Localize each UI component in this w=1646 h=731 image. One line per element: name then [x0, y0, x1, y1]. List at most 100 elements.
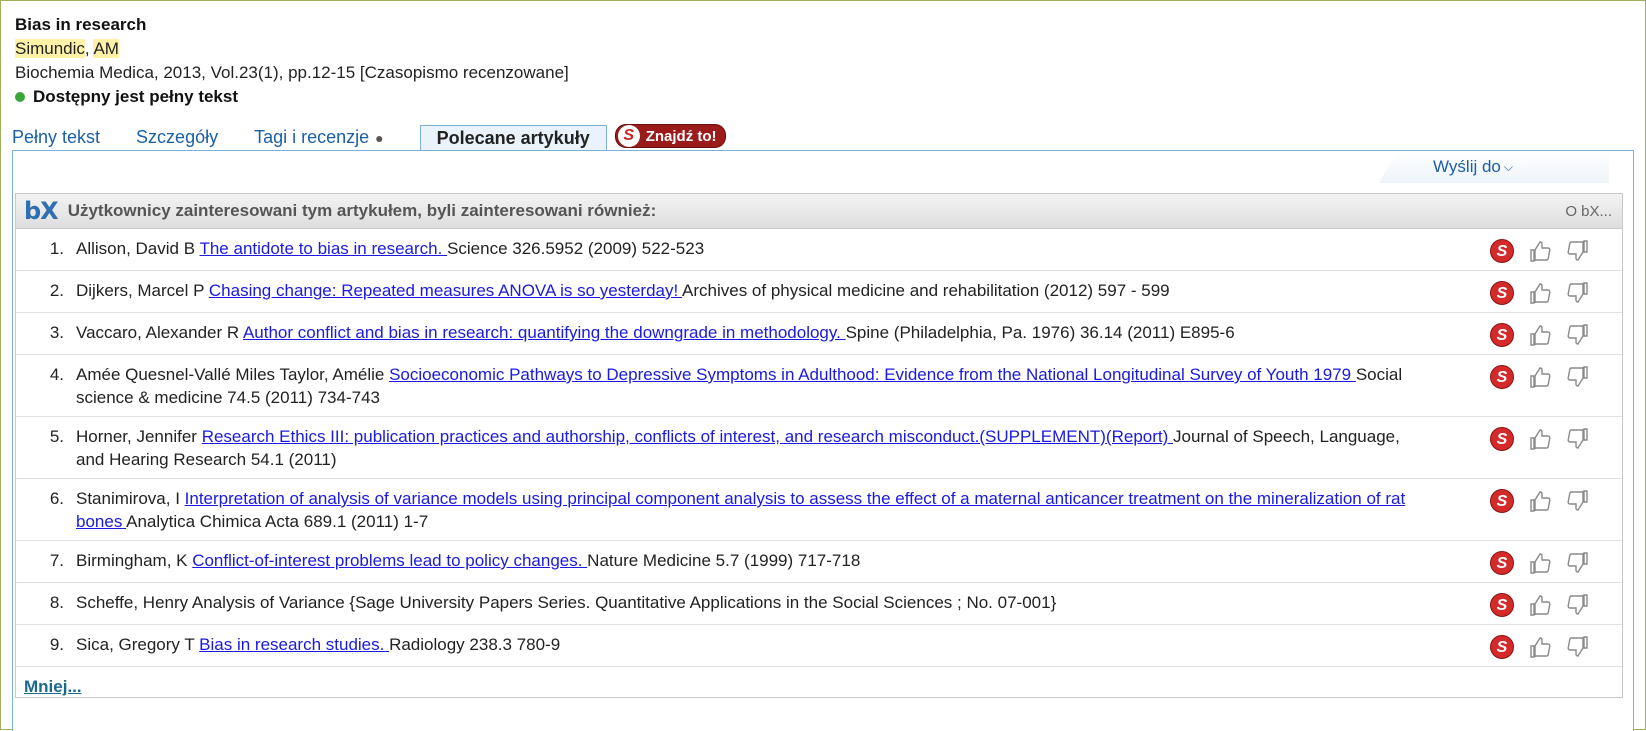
article-title-link[interactable]: Research Ethics III: publication practic…: [202, 427, 1173, 446]
thumbs-up-icon[interactable]: [1528, 323, 1552, 347]
article-list: 1. Allison, David B The antidote to bias …: [16, 229, 1622, 667]
article-citation: Scheffe, Henry Analysis of Variance {Sag…: [76, 591, 1406, 617]
bx-logo: bX: [24, 197, 59, 225]
bx-recommendations: bX Użytkownicy zainteresowani tym artyku…: [15, 193, 1623, 698]
tab-label: Pełny tekst: [12, 127, 101, 147]
article-title-link[interactable]: Author conflict and bias in research: qu…: [243, 323, 846, 342]
sfx-findit-icon[interactable]: S: [1490, 239, 1514, 263]
tab-bullet: ●: [375, 130, 384, 146]
findit-label: Znajdź to!: [645, 127, 717, 145]
article-number: 7.: [49, 551, 64, 570]
thumbs-up-icon[interactable]: [1528, 365, 1552, 389]
tab-tags-reviews[interactable]: Tagi i recenzje ●: [254, 127, 396, 150]
article-number: 2.: [49, 281, 64, 300]
thumbs-down-icon[interactable]: [1566, 281, 1590, 305]
article-author: Stanimirova, I: [76, 489, 185, 508]
record-title[interactable]: Bias in research: [15, 13, 569, 37]
author-initials[interactable]: AM: [93, 39, 119, 58]
thumbs-down-icon[interactable]: [1566, 489, 1590, 513]
article-row: 8. Scheffe, Henry Analysis of Variance {S…: [16, 583, 1622, 625]
thumbs-up-icon[interactable]: [1528, 635, 1552, 659]
article-citation: Sica, Gregory T Bias in research studies…: [76, 633, 1406, 659]
thumbs-down-icon[interactable]: [1566, 635, 1590, 659]
article-title-link[interactable]: Conflict-of-interest problems lead to po…: [192, 551, 587, 570]
record-tabs: Pełny tekst Szczegóły Tagi i recenzje ● P…: [12, 124, 726, 151]
article-title-link[interactable]: Chasing change: Repeated measures ANOVA …: [209, 281, 682, 300]
article-source: Archives of physical medicine and rehabi…: [682, 281, 1170, 300]
article-actions: S: [1490, 279, 1622, 305]
thumbs-up-icon[interactable]: [1528, 427, 1552, 451]
article-row: 1. Allison, David B The antidote to bias …: [16, 229, 1622, 271]
less-link[interactable]: Mniej...: [24, 677, 82, 696]
available-dot-icon: [15, 92, 25, 102]
article-row: 5. Horner, Jennifer Research Ethics III: …: [16, 417, 1622, 479]
record-author: Simundic, AM: [15, 37, 569, 61]
tab-label: Tagi i recenzje: [254, 127, 370, 147]
thumbs-up-icon[interactable]: [1528, 281, 1552, 305]
sfx-findit-icon[interactable]: S: [1490, 551, 1514, 575]
article-actions: S: [1490, 363, 1622, 409]
thumbs-down-icon[interactable]: [1566, 427, 1590, 451]
thumbs-up-icon[interactable]: [1528, 551, 1552, 575]
article-source: Analysis of Variance {Sage University Pa…: [191, 593, 1057, 612]
tab-label: Szczegóły: [136, 127, 219, 147]
thumbs-down-icon[interactable]: [1566, 551, 1590, 575]
send-to-label: Wyślij do: [1433, 157, 1501, 176]
article-source: Spine (Philadelphia, Pa. 1976) 36.14 (20…: [845, 323, 1235, 342]
thumbs-down-icon[interactable]: [1566, 239, 1590, 263]
less-link-container: Mniej...: [16, 667, 1622, 697]
article-source: Radiology 238.3 780-9: [389, 635, 561, 654]
article-row: 7. Birmingham, K Conflict-of-interest pro…: [16, 541, 1622, 583]
availability-label: Dostępny jest pełny tekst: [33, 87, 239, 106]
article-citation: Dijkers, Marcel P Chasing change: Repeat…: [76, 279, 1406, 305]
article-source: Science 326.5952 (2009) 522-523: [447, 239, 705, 258]
recommended-panel: Wyślij do ⌵ bX Użytkownicy zainteresowani…: [12, 150, 1634, 731]
sfx-findit-icon[interactable]: S: [1490, 323, 1514, 347]
findit-button[interactable]: S Znajdź to!: [614, 124, 726, 148]
sfx-findit-icon[interactable]: S: [1490, 593, 1514, 617]
article-actions: S: [1490, 321, 1622, 347]
article-source: Analytica Chimica Acta 689.1 (2011) 1-7: [126, 512, 429, 531]
article-author: Sica, Gregory T: [76, 635, 200, 654]
bx-title: Użytkownicy zainteresowani tym artykułem…: [67, 201, 657, 220]
article-author: Vaccaro, Alexander R: [76, 323, 243, 342]
article-actions: S: [1490, 549, 1622, 575]
tab-details[interactable]: Szczegóły: [136, 127, 230, 150]
sfx-findit-icon[interactable]: S: [1490, 489, 1514, 513]
thumbs-up-icon[interactable]: [1528, 239, 1552, 263]
article-citation: Vaccaro, Alexander R Author conflict and…: [76, 321, 1406, 347]
author-name[interactable]: Simundic: [15, 39, 85, 58]
article-actions: S: [1490, 591, 1622, 617]
article-number: 6.: [49, 489, 64, 508]
sfx-findit-icon[interactable]: S: [1490, 365, 1514, 389]
article-author: Allison, David B: [76, 239, 200, 258]
thumbs-down-icon[interactable]: [1566, 323, 1590, 347]
about-bx-link[interactable]: O bX...: [1565, 203, 1612, 220]
article-author: Amée Quesnel-Vallé Miles Taylor, Amélie: [76, 365, 390, 384]
sfx-findit-icon[interactable]: S: [1490, 635, 1514, 659]
availability-status[interactable]: Dostępny jest pełny tekst: [15, 85, 569, 109]
article-number: 3.: [49, 323, 64, 342]
article-source: Nature Medicine 5.7 (1999) 717-718: [587, 551, 861, 570]
article-row: 9. Sica, Gregory T Bias in research studi…: [16, 625, 1622, 667]
sfx-findit-icon[interactable]: S: [1490, 281, 1514, 305]
record-source: Biochemia Medica, 2013, Vol.23(1), pp.12…: [15, 63, 569, 82]
article-citation: Stanimirova, I Interpretation of analysi…: [76, 487, 1406, 533]
article-title-link[interactable]: Bias in research studies.: [199, 635, 389, 654]
sfx-findit-icon[interactable]: S: [1490, 427, 1514, 451]
article-title-link[interactable]: Socioeconomic Pathways to Depressive Sym…: [389, 365, 1356, 384]
article-actions: S: [1490, 487, 1622, 533]
article-row: 6. Stanimirova, I Interpretation of analy…: [16, 479, 1622, 541]
send-to-menu[interactable]: Wyślij do ⌵: [1379, 151, 1609, 183]
article-number: 5.: [49, 427, 64, 446]
thumbs-down-icon[interactable]: [1566, 593, 1590, 617]
thumbs-up-icon[interactable]: [1528, 593, 1552, 617]
article-title-link[interactable]: The antidote to bias in research.: [199, 239, 447, 258]
tab-recommended-articles[interactable]: Polecane artykuły: [419, 125, 607, 151]
thumbs-up-icon[interactable]: [1528, 489, 1552, 513]
article-number: 9.: [49, 635, 64, 654]
tab-full-text[interactable]: Pełny tekst: [12, 127, 112, 150]
thumbs-down-icon[interactable]: [1566, 365, 1590, 389]
article-actions: S: [1490, 633, 1622, 659]
article-citation: Horner, Jennifer Research Ethics III: pu…: [76, 425, 1406, 471]
